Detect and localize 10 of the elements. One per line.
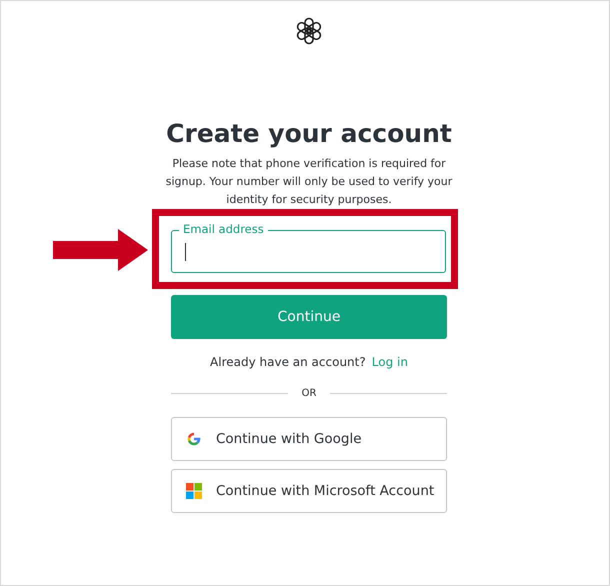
social-login-button[interactable]: Continue with Google [171, 417, 447, 461]
microsoft-icon [186, 483, 202, 499]
divider-text: OR [302, 388, 316, 399]
page-title: Create your account [166, 119, 452, 149]
logo-icon [295, 17, 323, 45]
login-prompt: Already have an account? [210, 354, 366, 371]
text-cursor-icon [185, 242, 186, 260]
notice-text: Please note that phone verification is required for signup. Your number will only be used to verify your identity for security purposes. [164, 156, 454, 208]
google-icon [186, 431, 202, 447]
social-login-button[interactable]: Continue with Microsoft Account [171, 469, 447, 513]
